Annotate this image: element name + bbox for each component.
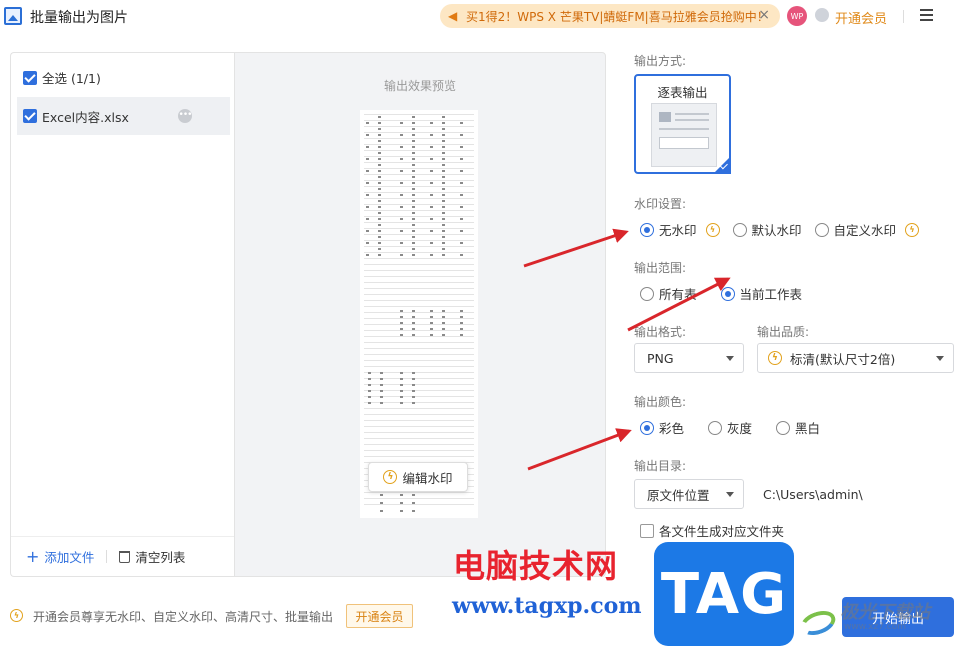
- red-arrow-icon: [527, 428, 632, 471]
- red-arrow-icon: [627, 277, 731, 332]
- red-arrow-icon: [523, 228, 629, 268]
- annotation-arrows: [523, 228, 731, 471]
